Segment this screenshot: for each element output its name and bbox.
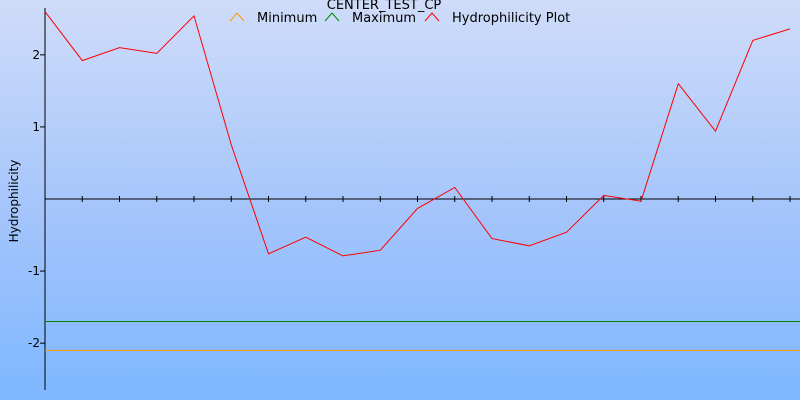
y-tick-label: 1: [32, 120, 40, 134]
hydrophilicity-chart: CENTER_TEST_CP Minimum Maximum Hydrophilic…: [0, 0, 800, 400]
y-axis-label: Hydrophilicity: [7, 160, 21, 243]
y-tick-label: -1: [28, 264, 40, 278]
legend-label: Maximum: [352, 11, 416, 26]
legend-line-icon: [424, 12, 440, 22]
legend-line-icon: [324, 12, 340, 22]
y-tick-label: 2: [32, 48, 40, 62]
legend-line-icon: [229, 12, 245, 22]
y-tick-label: -2: [28, 336, 40, 350]
legend: Minimum Maximum Hydrophilicity Plot: [229, 11, 570, 26]
plot-area: 2 1 -1 -2: [28, 8, 800, 390]
series-line-hydrophilicity-plot: [44, 11, 791, 257]
legend-label: Hydrophilicity Plot: [452, 11, 570, 26]
chart-canvas: CENTER_TEST_CP Minimum Maximum Hydrophilic…: [7, 0, 800, 390]
legend-label: Minimum: [257, 11, 317, 26]
